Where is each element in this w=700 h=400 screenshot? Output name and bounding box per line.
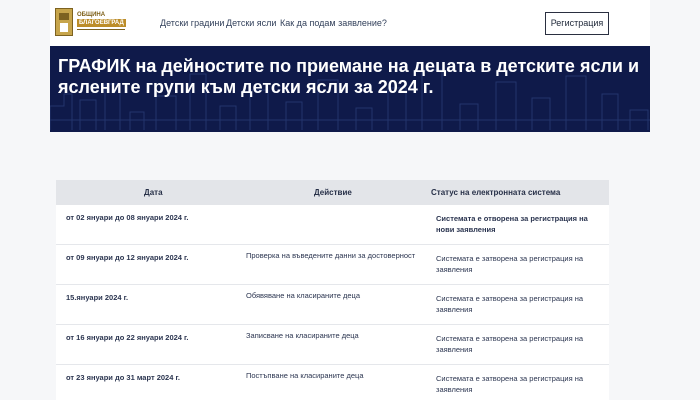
page: ОБЩИНА БЛАГОЕВГРАД Детски градини Детски…: [0, 0, 700, 400]
municipality-logo[interactable]: ОБЩИНА БЛАГОЕВГРАД: [55, 8, 147, 38]
row-action: Обявяване на класираните деца: [246, 291, 360, 300]
col-status: Статус на електронната система: [431, 188, 561, 197]
nav-nurseries[interactable]: Детски ясли: [226, 18, 276, 28]
row-date: от 23 януари до 31 март 2024 г.: [66, 373, 180, 382]
logo-line1: ОБЩИНА: [77, 12, 106, 18]
row-status: Системата е затворена за регистрация на …: [436, 334, 584, 354]
table-header: Дата Действие Статус на електронната сис…: [56, 180, 609, 205]
row-action: Постъпване на класираните деца: [246, 371, 364, 380]
table-row: от 23 януари до 31 март 2024 г. Постъпва…: [56, 365, 609, 400]
hero-banner: ГРАФИК на дейностите по приемане на деца…: [50, 46, 650, 132]
row-status: Системата е затворена за регистрация на …: [436, 254, 584, 274]
coat-of-arms-icon: [55, 8, 73, 36]
logo-underline: [77, 29, 125, 30]
row-date: от 09 януари до 12 януари 2024 г.: [66, 253, 189, 262]
row-status: Системата е затворена за регистрация на …: [436, 374, 584, 394]
logo-line2: БЛАГОЕВГРАД: [77, 19, 126, 27]
site-header: ОБЩИНА БЛАГОЕВГРАД Детски градини Детски…: [50, 0, 650, 46]
row-status: Системата е затворена за регистрация на …: [436, 294, 584, 314]
table-row: от 02 януари до 08 януари 2024 г. Систем…: [56, 205, 609, 245]
row-date: от 16 януари до 22 януари 2024 г.: [66, 333, 189, 342]
row-action: Записване на класираните деца: [246, 331, 359, 340]
row-status: Системата е отворена за регистрация на н…: [436, 214, 588, 234]
col-date: Дата: [144, 188, 163, 197]
col-action: Действие: [314, 188, 352, 197]
table-row: от 09 януари до 12 януари 2024 г. Провер…: [56, 245, 609, 285]
table-row: 15.януари 2024 г. Обявяване на класирани…: [56, 285, 609, 325]
row-date: 15.януари 2024 г.: [66, 293, 129, 302]
table-row: от 16 януари до 22 януари 2024 г. Записв…: [56, 325, 609, 365]
page-title: ГРАФИК на дейностите по приемане на деца…: [58, 56, 640, 97]
register-button[interactable]: Регистрация: [545, 12, 609, 35]
row-date: от 02 януари до 08 януари 2024 г.: [66, 213, 189, 222]
nav-how-to-apply[interactable]: Как да подам заявление?: [280, 18, 387, 28]
nav-kindergartens[interactable]: Детски градини: [160, 18, 224, 28]
row-action: Проверка на въведените данни за достовер…: [246, 251, 416, 260]
